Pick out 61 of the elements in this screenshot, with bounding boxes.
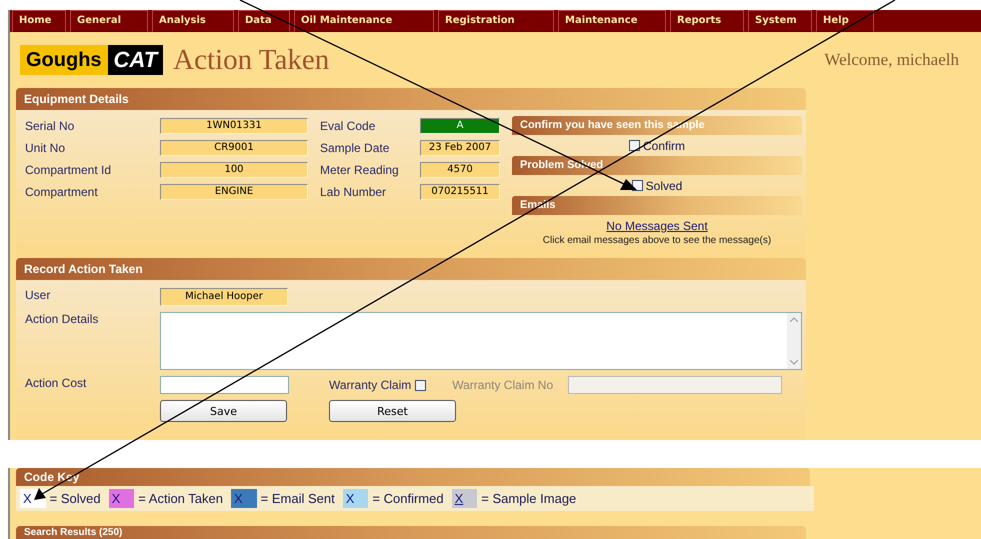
field-value: 1WN01331 [160,118,308,134]
panel-header: Equipment Details [16,88,806,110]
form-button[interactable]: Reset [329,400,456,422]
field-value: A [420,118,500,134]
field-value: CR9001 [160,140,308,156]
menu-item[interactable]: Maintenance [558,10,666,32]
email-note: Click email messages above to see the message(s) [542,235,772,246]
field-value: 4570 [420,162,500,178]
menu-item[interactable]: System [748,10,812,32]
field-label: Action Details [25,312,100,328]
checkbox-label: Confirm [642,138,685,152]
scroll-up-icon[interactable] [790,317,798,322]
field-label: Meter Reading [320,163,400,177]
form-button[interactable]: Save [160,400,287,422]
scroll-down-icon[interactable] [790,360,798,365]
menu-item[interactable]: Help [816,10,874,32]
field-label: Warranty Claim [329,378,412,392]
warranty-checkbox[interactable] [415,380,426,390]
menu-item[interactable]: Registration [438,10,554,32]
welcome-text: Welcome, michaelh [824,50,959,70]
scrollbar[interactable] [787,313,801,369]
panel-header: Search Results (250) [16,526,806,539]
menu-item[interactable]: Reports [670,10,744,32]
user-value: Michael Hooper [160,288,288,306]
field-label: Compartment Id [25,163,112,177]
field-label: Sample Date [320,141,390,155]
details-textarea[interactable] [160,312,802,370]
menu-item[interactable]: Oil Maintenance [294,10,434,32]
field-value: ENGINE [160,184,308,200]
brand-logo: Goughs [20,45,108,75]
code-swatch: X [342,489,368,508]
field-label: Compartment [25,185,99,199]
code-swatch: X [230,489,257,508]
field-label: Action Cost [25,376,88,392]
code-swatch: X [452,489,478,508]
confirm-checkbox[interactable] [628,140,640,151]
page-title: Action Taken [173,44,330,76]
code-swatch: X [108,489,134,508]
field-value: 23 Feb 2007 [420,140,500,156]
menu-item[interactable]: Analysis [152,10,234,32]
field-value: 070215511 [420,184,500,200]
menu-item[interactable]: Home [12,10,66,32]
code-label: = Sample Image [481,491,576,506]
menu-item[interactable]: General [70,10,148,32]
messages-link[interactable]: No Messages Sent [512,219,802,233]
menu-item[interactable]: Data [238,10,290,32]
checkbox-label: Solved [646,178,682,192]
code-label: = Solved [50,491,101,506]
panel-header: Record Action Taken [16,258,806,280]
field-label: Unit No [25,141,66,155]
code-label: = Email Sent [260,491,335,506]
cost-input[interactable] [160,376,289,394]
field-label: Serial No [25,119,76,133]
field-value: 100 [160,162,308,178]
field-label: Eval Code [320,119,376,133]
code-label: = Action Taken [138,491,223,506]
field-label: Warranty Claim No [452,378,554,392]
field-label: Lab Number [320,185,388,199]
field-label: User [25,288,52,304]
code-label: = Confirmed [372,491,444,506]
cat-logo: CAT [108,45,164,75]
